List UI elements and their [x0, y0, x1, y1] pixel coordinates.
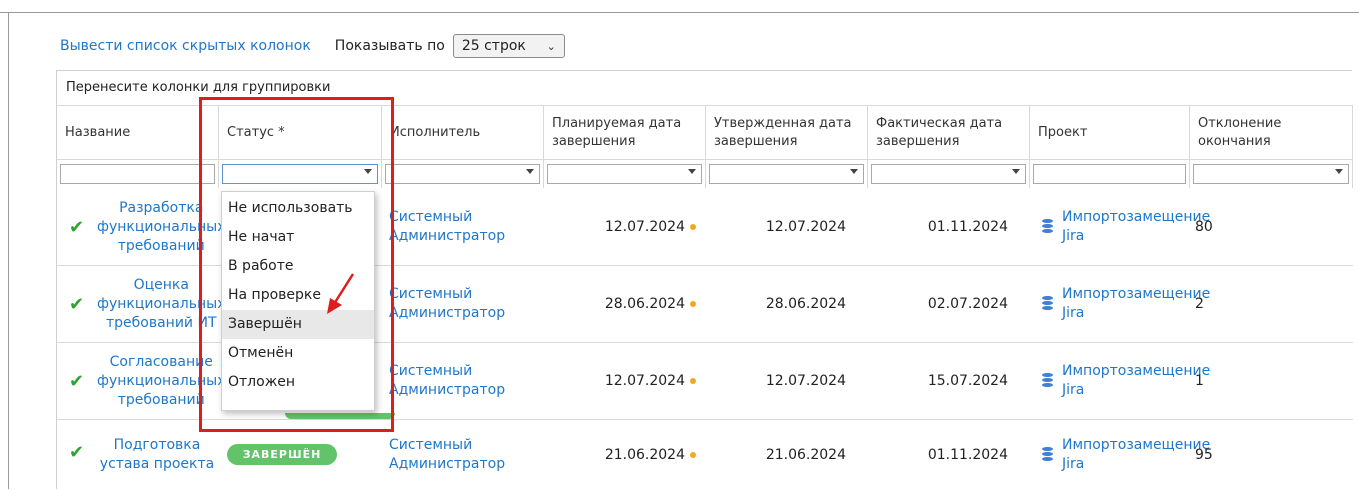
status-badge: ЗАВЕРШЁН — [227, 444, 337, 465]
warning-dot-icon — [690, 224, 696, 230]
approved-date: 12.07.2024 — [765, 218, 846, 235]
actual-date: 02.07.2024 — [927, 295, 1008, 312]
window-left-border — [8, 12, 9, 489]
column-header-assignee[interactable]: Исполнитель — [382, 106, 544, 160]
database-icon — [1042, 219, 1053, 234]
planned-date: 12.07.2024 — [544, 189, 696, 265]
page-size-select[interactable]: 25 строк ⌄ — [452, 34, 565, 58]
planned-date: 12.07.2024 — [544, 343, 696, 419]
chevron-down-icon — [1012, 169, 1020, 174]
filter-cell-project — [1030, 160, 1190, 188]
annotation-highlight-box — [199, 97, 394, 432]
checkmark-icon: ✔ — [69, 217, 85, 238]
filter-select-actual-date[interactable] — [871, 164, 1026, 184]
column-header-planned-date[interactable]: Планируемая дата завершения — [544, 106, 706, 160]
planned-date: 28.06.2024 — [544, 266, 696, 342]
filter-select-assignee[interactable] — [385, 164, 540, 184]
filter-cell-actual — [868, 160, 1030, 188]
column-header-deviation[interactable]: Отклонение окончания — [1190, 106, 1353, 160]
assignee-link[interactable]: Системный Администратор — [389, 343, 539, 419]
filter-cell-assignee — [382, 160, 544, 188]
page-size-label: Показывать по — [334, 38, 445, 54]
project-link[interactable]: Импортозамещение Jira — [1062, 343, 1210, 419]
approved-date: 21.06.2024 — [765, 446, 846, 463]
filter-cell-deviation — [1190, 160, 1353, 188]
actual-date: 01.11.2024 — [927, 218, 1008, 235]
annotation-arrow-icon — [327, 273, 355, 314]
show-hidden-columns-link[interactable]: Вывести список скрытых колонок — [60, 38, 311, 54]
project-link[interactable]: Импортозамещение Jira — [1062, 266, 1210, 342]
warning-dot-icon — [690, 452, 696, 458]
approved-date: 12.07.2024 — [765, 372, 846, 389]
column-header-approved-date[interactable]: Утвержденная дата завершения — [706, 106, 868, 160]
database-icon — [1042, 296, 1053, 311]
chevron-down-icon — [1335, 169, 1343, 174]
actual-date: 01.11.2024 — [927, 446, 1008, 463]
filter-select-planned-date[interactable] — [547, 164, 702, 184]
deviation-value: 2 — [1195, 295, 1204, 312]
checkmark-icon: ✔ — [69, 371, 85, 392]
assignee-link[interactable]: Системный Администратор — [389, 266, 539, 342]
database-icon — [1042, 447, 1053, 462]
column-header-project[interactable]: Проект — [1030, 106, 1190, 160]
database-icon — [1042, 373, 1053, 388]
actual-date: 15.07.2024 — [927, 372, 1008, 389]
filter-select-approved-date[interactable] — [709, 164, 864, 184]
window-top-border — [0, 12, 1359, 13]
assignee-link[interactable]: Системный Администратор — [389, 189, 539, 265]
filter-cell-name — [57, 160, 219, 188]
chevron-down-icon — [850, 169, 858, 174]
checkmark-icon: ✔ — [69, 442, 85, 463]
grid-toolbar: Вывести список скрытых колонок Показыват… — [60, 32, 565, 60]
warning-dot-icon — [690, 301, 696, 307]
filter-input-project[interactable] — [1033, 164, 1186, 184]
chevron-down-icon — [526, 169, 534, 174]
deviation-value: 80 — [1195, 218, 1213, 235]
grouping-hint: Перенесите колонки для группировки — [66, 80, 331, 95]
chevron-down-icon: ⌄ — [546, 39, 556, 53]
filter-cell-planned — [544, 160, 706, 188]
deviation-value: 1 — [1195, 372, 1204, 389]
assignee-link[interactable]: Системный Администратор — [389, 420, 539, 490]
chevron-down-icon — [688, 169, 696, 174]
filter-input-name[interactable] — [60, 164, 215, 184]
filter-cell-approved — [706, 160, 868, 188]
checkmark-icon: ✔ — [69, 294, 85, 315]
planned-date: 21.06.2024 — [544, 420, 696, 490]
column-header-actual-date[interactable]: Фактическая дата завершения — [868, 106, 1030, 160]
approved-date: 28.06.2024 — [765, 295, 846, 312]
project-link[interactable]: Импортозамещение Jira — [1062, 189, 1210, 265]
project-link[interactable]: Импортозамещение Jira — [1062, 420, 1210, 490]
filter-select-deviation[interactable] — [1193, 164, 1349, 184]
deviation-value: 95 — [1195, 446, 1213, 463]
column-header-name[interactable]: Название — [57, 106, 219, 160]
warning-dot-icon — [690, 378, 696, 384]
page-size-value: 25 строк — [461, 38, 526, 54]
